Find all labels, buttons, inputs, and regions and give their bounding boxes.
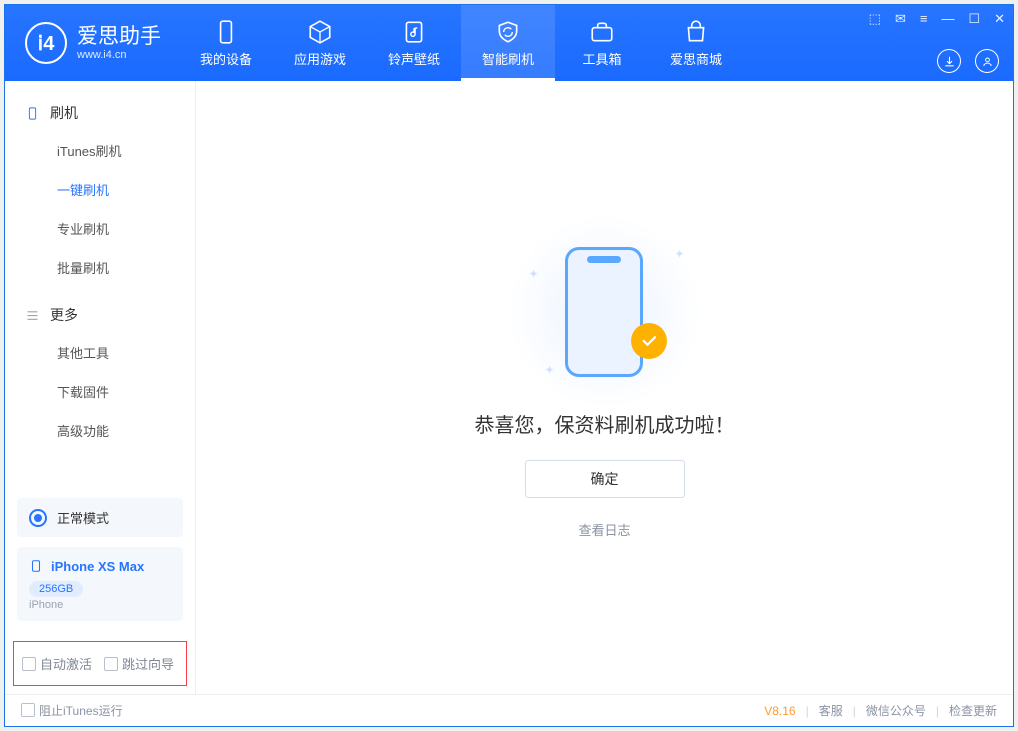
- music-file-icon: [401, 19, 427, 45]
- maximize-button[interactable]: ☐: [968, 11, 980, 27]
- header-tabs: 我的设备 应用游戏 铃声壁纸 智能刷机 工具箱 爱思商城: [179, 5, 743, 81]
- sidebar-item-pro-flash[interactable]: 专业刷机: [5, 209, 195, 248]
- list-icon: [25, 308, 40, 323]
- minimize-button[interactable]: —: [941, 11, 954, 27]
- tab-store[interactable]: 爱思商城: [649, 5, 743, 81]
- status-link-wechat[interactable]: 微信公众号: [866, 702, 926, 719]
- tab-my-device[interactable]: 我的设备: [179, 5, 273, 81]
- mode-box[interactable]: 正常模式: [17, 498, 183, 537]
- sidebar-item-advanced[interactable]: 高级功能: [5, 411, 195, 450]
- header: ⅰ4 爱思助手 www.i4.cn 我的设备 应用游戏 铃声壁纸 智能刷机: [5, 5, 1013, 81]
- content: ✦ ✦ ✦ 恭喜您，保资料刷机成功啦！ 确定 查看日志: [196, 81, 1013, 694]
- status-bar: 阻止iTunes运行 V8.16 | 客服 | 微信公众号 | 检查更新: [5, 694, 1013, 726]
- phone-outline-icon: [25, 106, 40, 121]
- skin-icon[interactable]: ⬚: [869, 11, 881, 27]
- device-type: iPhone: [29, 599, 171, 611]
- body: 刷机 iTunes刷机 一键刷机 专业刷机 批量刷机 更多 其他工具 下载固件 …: [5, 81, 1013, 694]
- device-box[interactable]: iPhone XS Max 256GB iPhone: [17, 547, 183, 621]
- account-controls: [937, 49, 999, 73]
- status-link-update[interactable]: 检查更新: [949, 702, 997, 719]
- sidebar-section-flash: 刷机: [5, 95, 195, 131]
- version-label: V8.16: [764, 704, 795, 718]
- feedback-icon[interactable]: ✉: [895, 11, 906, 27]
- user-icon: [981, 55, 994, 68]
- tab-apps-games[interactable]: 应用游戏: [273, 5, 367, 81]
- skip-setup-checkbox[interactable]: 跳过向导: [104, 654, 174, 673]
- sidebar-item-itunes-flash[interactable]: iTunes刷机: [5, 131, 195, 170]
- window-controls: ⬚ ✉ ≡ — ☐ ✕: [869, 11, 1005, 27]
- download-button[interactable]: [937, 49, 961, 73]
- sidebar-item-other-tools[interactable]: 其他工具: [5, 333, 195, 372]
- sidebar: 刷机 iTunes刷机 一键刷机 专业刷机 批量刷机 更多 其他工具 下载固件 …: [5, 81, 196, 694]
- tab-toolbox[interactable]: 工具箱: [555, 5, 649, 81]
- success-message: 恭喜您，保资料刷机成功啦！: [475, 409, 735, 438]
- check-badge-icon: [631, 323, 667, 359]
- device-small-icon: [29, 557, 43, 575]
- mode-dot-icon: [29, 509, 47, 527]
- brand-subtitle: www.i4.cn: [77, 49, 161, 61]
- cube-icon: [307, 19, 333, 45]
- sidebar-item-oneclick-flash[interactable]: 一键刷机: [5, 170, 195, 209]
- app-window: ⅰ4 爱思助手 www.i4.cn 我的设备 应用游戏 铃声壁纸 智能刷机: [4, 4, 1014, 727]
- view-log-link[interactable]: 查看日志: [578, 520, 630, 539]
- close-button[interactable]: ✕: [994, 11, 1005, 27]
- sidebar-item-download-firmware[interactable]: 下载固件: [5, 372, 195, 411]
- auto-activate-checkbox[interactable]: 自动激活: [22, 654, 92, 673]
- sidebar-item-batch-flash[interactable]: 批量刷机: [5, 248, 195, 287]
- mode-label: 正常模式: [57, 508, 109, 527]
- tab-smart-flash[interactable]: 智能刷机: [461, 5, 555, 81]
- brand-title: 爱思助手: [77, 25, 161, 48]
- device-name: iPhone XS Max: [51, 559, 144, 574]
- tab-ringtones-wallpapers[interactable]: 铃声壁纸: [367, 5, 461, 81]
- brand: ⅰ4 爱思助手 www.i4.cn: [5, 5, 179, 81]
- refresh-shield-icon: [495, 19, 521, 45]
- briefcase-icon: [589, 19, 615, 45]
- status-link-support[interactable]: 客服: [819, 702, 843, 719]
- bag-icon: [683, 19, 709, 45]
- block-itunes-checkbox[interactable]: 阻止iTunes运行: [21, 702, 123, 719]
- brand-logo-icon: ⅰ4: [25, 22, 67, 64]
- menu-icon[interactable]: ≡: [920, 11, 928, 27]
- sidebar-footer-options: 自动激活 跳过向导: [13, 641, 187, 686]
- confirm-button[interactable]: 确定: [525, 460, 685, 498]
- sidebar-section-more: 更多: [5, 297, 195, 333]
- success-illustration: ✦ ✦ ✦: [535, 237, 675, 387]
- device-capacity: 256GB: [29, 581, 83, 597]
- phone-icon: [565, 247, 643, 377]
- download-icon: [943, 55, 956, 68]
- device-icon: [213, 19, 239, 45]
- user-button[interactable]: [975, 49, 999, 73]
